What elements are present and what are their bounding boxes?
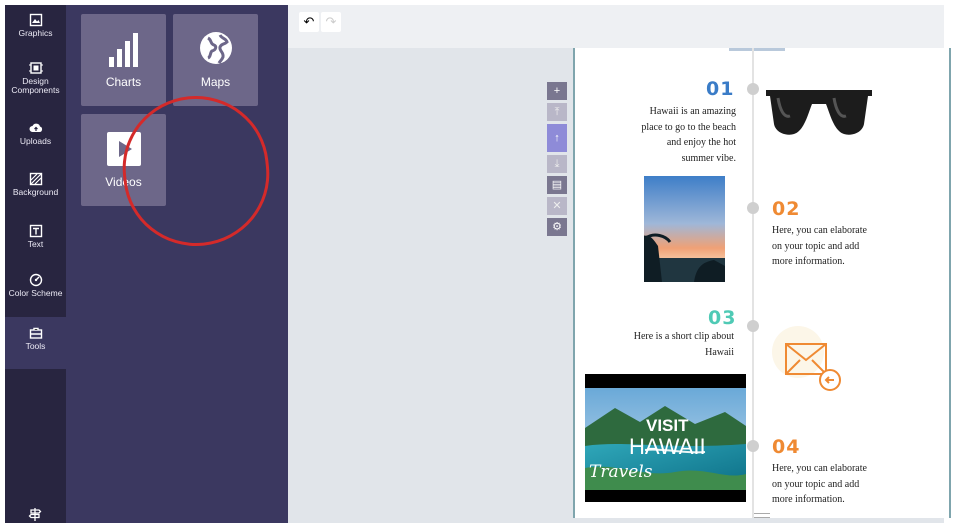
text-line: more information. xyxy=(772,494,845,505)
text-line: on your topic and add xyxy=(772,240,860,252)
move-top-button[interactable]: ⤒ xyxy=(547,103,567,121)
bar-chart-icon xyxy=(108,33,138,67)
sidebar-item-label: Text xyxy=(27,239,44,249)
maps-tile[interactable]: Maps xyxy=(173,14,258,106)
toolbox-icon xyxy=(29,327,42,339)
sidebar-item-color-scheme[interactable]: Color Scheme xyxy=(5,269,66,319)
step-number: 02 xyxy=(772,198,801,220)
block-tools: + ⤒ ↑ ⤓ ▤ ✕ ⚙ xyxy=(547,82,567,239)
step-number: 03 xyxy=(708,307,737,329)
sidebar-item-tools[interactable]: Tools xyxy=(5,317,66,369)
tools-panel: Charts Maps Videos xyxy=(66,5,288,523)
add-block-button[interactable]: + xyxy=(547,82,567,100)
text-line: Here, you can elaborate xyxy=(772,463,867,474)
text-line: Here is a short clip about xyxy=(633,331,734,342)
move-up-button[interactable]: ↑ xyxy=(547,124,567,152)
text-line: more information. xyxy=(772,256,845,267)
step-description: Here is a short clip about Hawaii xyxy=(590,329,734,360)
beach-sunset-photo xyxy=(644,176,725,282)
step-number: 04 xyxy=(772,436,801,458)
text-line: and enjoy the hot xyxy=(666,137,736,148)
tile-label: Videos xyxy=(105,175,142,189)
canvas-toolbar: ↶ ↷ xyxy=(288,5,944,48)
sidebar-item-label: Color Scheme xyxy=(8,288,63,298)
videos-tile[interactable]: Videos xyxy=(81,114,166,206)
timeline-dot xyxy=(747,202,759,214)
components-icon xyxy=(28,62,43,74)
page-resize-handle[interactable] xyxy=(754,513,770,518)
text-line: place to go to the beach xyxy=(641,121,736,133)
icon-sidebar: Graphics Design Components Uploads Backg… xyxy=(5,5,66,523)
sidebar-item-background[interactable]: Background xyxy=(5,168,66,218)
step-description: Here, you can elaborate on your topic an… xyxy=(772,461,912,508)
charts-tile[interactable]: Charts xyxy=(81,14,166,106)
sidebar-item-text[interactable]: Text xyxy=(5,220,66,270)
video-title-line3: Travels xyxy=(589,462,653,482)
step-description: Hawaii is an amazing place to go to the … xyxy=(600,104,736,166)
palette-icon xyxy=(29,273,42,287)
pattern-icon xyxy=(29,172,42,186)
signpost-icon[interactable] xyxy=(28,507,42,521)
timeline-dot xyxy=(747,83,759,95)
text-line: Hawaii xyxy=(705,346,734,358)
tile-label: Charts xyxy=(105,75,142,89)
tile-label: Maps xyxy=(200,75,231,89)
play-icon xyxy=(106,132,141,166)
sidebar-item-graphics[interactable]: Graphics xyxy=(5,9,66,59)
sunglasses-icon xyxy=(766,90,872,135)
text-line: on your topic and add xyxy=(772,478,860,490)
undo-button[interactable]: ↶ xyxy=(299,12,319,32)
duplicate-block-button[interactable]: ▤ xyxy=(547,176,567,194)
sidebar-item-label: Design Components xyxy=(11,76,60,95)
timeline-dot xyxy=(747,320,759,332)
sidebar-item-label: Graphics xyxy=(18,28,53,38)
mail-reply-icon xyxy=(772,326,841,391)
text-line: Hawaii is an amazing xyxy=(649,106,736,117)
text-line: Here, you can elaborate xyxy=(772,225,867,236)
block-settings-button[interactable]: ⚙ xyxy=(547,218,567,236)
move-bottom-button[interactable]: ⤓ xyxy=(547,155,567,173)
app-root: Graphics Design Components Uploads Backg… xyxy=(0,0,956,523)
redo-button[interactable]: ↷ xyxy=(321,12,341,32)
text-icon xyxy=(29,224,42,238)
sidebar-item-label: Background xyxy=(12,187,59,197)
timeline-dot xyxy=(747,440,759,452)
step-description: Here, you can elaborate on your topic an… xyxy=(772,223,912,270)
sidebar-item-uploads[interactable]: Uploads xyxy=(5,117,66,167)
cloud-upload-icon xyxy=(29,123,42,132)
globe-icon xyxy=(199,32,232,64)
page-top-tab xyxy=(729,48,785,51)
hawaii-video[interactable]: VISIT HAWAII Travels xyxy=(585,374,746,502)
video-title-line2: HAWAII xyxy=(629,434,706,459)
video-title-line1: VISIT xyxy=(646,416,689,435)
image-icon xyxy=(29,13,42,27)
sidebar-item-label: Tools xyxy=(25,341,46,351)
sidebar-item-design-components[interactable]: Design Components xyxy=(5,57,66,107)
sidebar-item-label: Uploads xyxy=(19,136,52,146)
delete-block-button[interactable]: ✕ xyxy=(547,197,567,215)
text-line: summer vibe. xyxy=(681,152,736,164)
step-number: 01 xyxy=(706,78,735,100)
